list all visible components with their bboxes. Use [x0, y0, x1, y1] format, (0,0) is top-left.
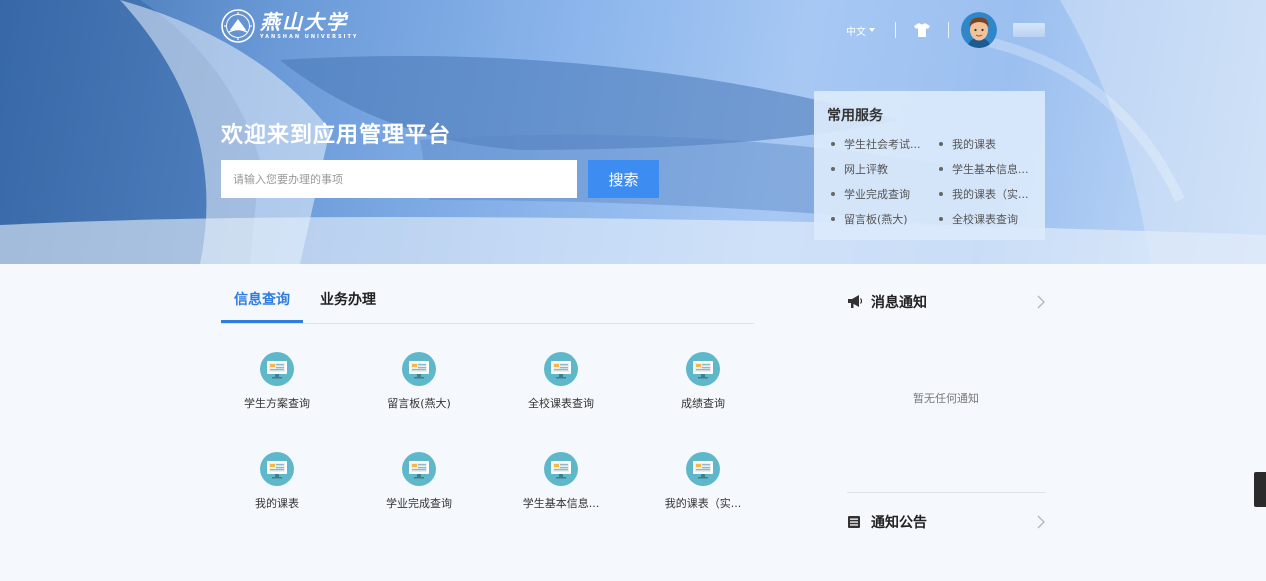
bullet-icon [831, 192, 835, 196]
service-item[interactable]: 我的课表 [935, 135, 1035, 153]
bullet-icon [939, 217, 943, 221]
app-label: 成绩查询 [681, 397, 725, 410]
service-item-label: 学生社会考试... [844, 138, 921, 151]
bullet-icon [831, 217, 835, 221]
app-tile[interactable]: 学业完成查询 [348, 452, 490, 522]
service-item-label: 学生基本信息... [952, 163, 1029, 176]
hero-background-illustration [0, 0, 1266, 264]
service-item[interactable]: 我的课表（实... [935, 185, 1035, 203]
user-avatar[interactable] [961, 12, 997, 48]
app-tile[interactable]: 全校课表查询 [490, 352, 632, 422]
app-label: 学生方案查询 [244, 397, 310, 410]
bullet-icon [939, 167, 943, 171]
service-item[interactable]: 学生社会考试... [827, 135, 935, 153]
chevron-right-icon[interactable] [1037, 295, 1045, 309]
monitor-icon [686, 452, 720, 486]
logo-english-name: YANSHAN UNIVERSITY [260, 34, 359, 40]
search-button[interactable]: 搜索 [588, 160, 659, 198]
search-input[interactable] [221, 160, 577, 198]
notifications-empty-message: 暂无任何通知 [913, 392, 979, 405]
app-tile[interactable]: 留言板(燕大) [348, 352, 490, 422]
monitor-icon [544, 352, 578, 386]
username-placeholder[interactable] [1013, 23, 1045, 37]
service-item-label: 我的课表 [952, 138, 996, 151]
app-label: 学生基本信息... [522, 497, 600, 510]
welcome-heading: 欢迎来到应用管理平台 [221, 123, 452, 148]
services-list: 学生社会考试... 我的课表 网上评教 学生基本信息... 学业完成查询 我的课… [827, 135, 1032, 228]
top-toolbar: 中文 [846, 10, 1045, 50]
caret-down-icon [869, 28, 875, 32]
document-list-icon [848, 516, 860, 528]
app-label: 留言板(燕大) [387, 397, 451, 410]
bullet-icon [939, 142, 943, 146]
divider [895, 22, 896, 38]
service-item-label: 我的课表（实... [952, 188, 1029, 201]
app-tile[interactable]: 学生方案查询 [206, 352, 348, 422]
service-item[interactable]: 学业完成查询 [827, 185, 935, 203]
notifications-title: 消息通知 [871, 295, 927, 311]
monitor-icon [402, 452, 436, 486]
monitor-icon [402, 352, 436, 386]
divider [948, 22, 949, 38]
app-grid: 学生方案查询 留言板(燕大) 全校课表查询 成绩查询 我的课表 学业完成查询 学… [206, 352, 774, 522]
megaphone-icon [848, 295, 863, 308]
bullet-icon [831, 167, 835, 171]
monitor-icon [544, 452, 578, 486]
service-item-label: 全校课表查询 [952, 213, 1018, 226]
tab-info-query[interactable]: 信息查询 [221, 280, 303, 323]
monitor-icon [260, 452, 294, 486]
notifications-header: 消息通知 [847, 290, 1045, 314]
app-tile[interactable]: 学生基本信息... [490, 452, 632, 522]
bulletins-header: 通知公告 [847, 510, 1045, 534]
tab-business[interactable]: 业务办理 [307, 280, 389, 323]
bullet-icon [831, 142, 835, 146]
app-tile[interactable]: 成绩查询 [632, 352, 774, 422]
language-label: 中文 [846, 26, 866, 38]
app-tile[interactable]: 我的课表（实... [632, 452, 774, 522]
language-selector[interactable]: 中文 [846, 23, 875, 38]
bulletins-title: 通知公告 [871, 515, 927, 531]
theme-skin-icon[interactable] [914, 23, 930, 37]
divider [847, 492, 1045, 493]
service-item[interactable]: 全校课表查询 [935, 210, 1035, 228]
service-item-label: 网上评教 [844, 163, 888, 176]
university-seal-icon [221, 9, 255, 43]
chevron-right-icon[interactable] [1037, 515, 1045, 529]
category-tabs: 信息查询 业务办理 [221, 280, 754, 324]
app-tile[interactable]: 我的课表 [206, 452, 348, 522]
service-item[interactable]: 网上评教 [827, 160, 935, 178]
services-title: 常用服务 [827, 108, 883, 124]
bullet-icon [939, 192, 943, 196]
floating-side-widget[interactable] [1254, 472, 1266, 507]
monitor-icon [260, 352, 294, 386]
logo-chinese-name: 燕山大学 [260, 10, 348, 34]
hero-banner: 燕山大学 YANSHAN UNIVERSITY 中文 欢迎来到应用管理平台 搜索… [0, 0, 1266, 264]
monitor-icon [686, 352, 720, 386]
service-item[interactable]: 学生基本信息... [935, 160, 1035, 178]
app-label: 全校课表查询 [528, 397, 594, 410]
app-label: 我的课表（实... [664, 497, 742, 510]
common-services-panel: 常用服务 学生社会考试... 我的课表 网上评教 学生基本信息... 学业完成查… [814, 91, 1045, 240]
service-item[interactable]: 留言板(燕大) [827, 210, 935, 228]
app-label: 我的课表 [255, 497, 299, 510]
service-item-label: 学业完成查询 [844, 188, 910, 201]
university-logo[interactable]: 燕山大学 YANSHAN UNIVERSITY [221, 9, 359, 43]
app-label: 学业完成查询 [386, 497, 452, 510]
service-item-label: 留言板(燕大) [844, 213, 908, 226]
